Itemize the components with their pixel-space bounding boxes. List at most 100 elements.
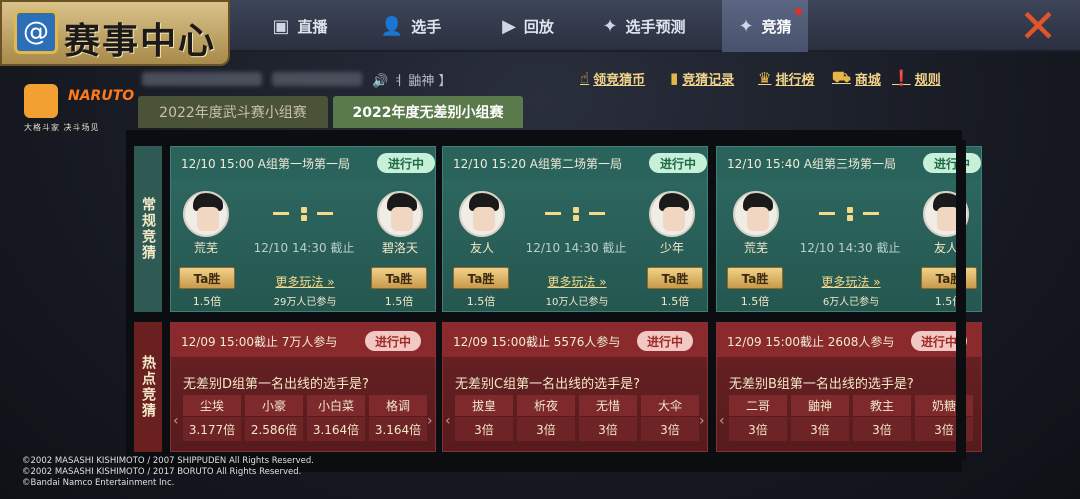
option-button[interactable]: 教主 3倍	[853, 395, 911, 441]
hot-time: 12/09 15:00截止 7万人参与	[181, 335, 338, 349]
avatar[interactable]	[183, 191, 229, 237]
tab-live[interactable]: ▣ 直播	[250, 0, 350, 52]
option-button[interactable]: 二哥 3倍	[729, 395, 787, 441]
hot-time: 12/09 15:00截止 2608人参与	[727, 335, 895, 349]
chevron-right-icon[interactable]: ›	[699, 413, 705, 429]
option-odds: 3倍	[455, 417, 513, 441]
option-list: 二哥 3倍 鼬神 3倍 教主 3倍 奶糖 3倍	[729, 395, 973, 441]
option-button[interactable]: 尘埃 3.177倍	[183, 395, 241, 441]
hot-guess-card: 12/09 15:00截止 7万人参与 进行中 无差别D组第一名出线的选手是? …	[170, 322, 436, 452]
more-options-link[interactable]: 更多玩法 »	[803, 273, 899, 290]
chevron-right-icon[interactable]: ›	[427, 413, 433, 429]
participant-count: 29万人已参与	[273, 297, 337, 308]
right-player-name: 碧洛天	[381, 241, 418, 255]
record-icon: ▮	[670, 69, 679, 87]
bet-left-button[interactable]: Ta胜	[727, 267, 783, 289]
option-odds: 3倍	[579, 417, 637, 441]
option-button[interactable]: 拔皇 3倍	[455, 395, 513, 441]
guess-icon: ✦	[738, 15, 754, 37]
right-player-name: 友人	[933, 241, 958, 255]
link-shop[interactable]: ⛟ 商城	[832, 68, 881, 88]
game-badge: NARUTO 大格斗家 决斗场见	[24, 84, 136, 134]
avatar[interactable]	[649, 191, 695, 237]
bet-left-button[interactable]: Ta胜	[453, 267, 509, 289]
more-options-link[interactable]: 更多玩法 »	[257, 273, 353, 290]
match-time: 12/10 15:40 A组第三场第一局	[727, 157, 897, 171]
option-name: 尘埃	[183, 395, 241, 417]
hot-question: 无差别D组第一名出线的选手是?	[183, 377, 369, 392]
link-leaderboard[interactable]: ♛ 排行榜	[758, 68, 814, 88]
right-odds: 1.5倍	[384, 295, 414, 308]
left-odds: 1.5倍	[740, 295, 770, 308]
option-button[interactable]: 无惜 3倍	[579, 395, 637, 441]
tab-guess[interactable]: ✦ 竞猜	[722, 0, 808, 52]
bet-right-button[interactable]: Ta胜	[371, 267, 427, 289]
left-player-name: 荒芜	[193, 241, 218, 255]
swirl-icon: @	[14, 10, 58, 54]
bet-deadline: 12/10 14:30 截止	[799, 241, 901, 255]
sound-info: 🔊 ㅕ 鼬神 】	[372, 74, 452, 89]
avatar[interactable]	[733, 191, 779, 237]
bet-right-button[interactable]: Ta胜	[921, 267, 977, 289]
option-name: 大伞	[641, 395, 699, 417]
option-name: 格调	[369, 395, 427, 417]
match-card: 12/10 15:00 A组第一场第一局 进行中 荒芜 碧洛天 12/10 14…	[170, 146, 436, 312]
option-button[interactable]: 大伞 3倍	[641, 395, 699, 441]
tab-replay[interactable]: ▶ 回放	[478, 0, 578, 52]
option-odds: 3倍	[729, 417, 787, 441]
status-badge: 进行中	[649, 153, 707, 173]
coin-icon: ☝	[580, 69, 590, 87]
copyright-line: ©2002 MASASHI KISHIMOTO / 2017 BORUTO Al…	[22, 467, 302, 477]
link-guess-record[interactable]: ▮ 竞猜记录	[670, 68, 734, 88]
regular-guess-label: 常规竞猜	[134, 146, 162, 312]
chevron-left-icon[interactable]: ‹	[173, 413, 179, 429]
option-odds: 2.586倍	[245, 417, 303, 441]
option-odds: 3.164倍	[307, 417, 365, 441]
game-slogan: 大格斗家 决斗场见	[24, 123, 100, 132]
link-claim-coins[interactable]: ☝ 领竞猜币	[580, 68, 645, 88]
hot-time: 12/09 15:00截止 5576人参与	[453, 335, 621, 349]
status-badge: 进行中	[923, 153, 981, 173]
hot-guess-label: 热点竞猜	[134, 322, 162, 452]
bet-deadline: 12/10 14:30 截止	[525, 241, 627, 255]
chevron-left-icon[interactable]: ‹	[445, 413, 451, 429]
predict-icon: ✦	[602, 15, 618, 37]
score-placeholder	[273, 205, 335, 221]
chevron-left-icon[interactable]: ‹	[719, 413, 725, 429]
copyright-line: ©Bandai Namco Entertainment Inc.	[22, 478, 175, 488]
option-button[interactable]: 小豪 2.586倍	[245, 395, 303, 441]
option-button[interactable]: 析夜 3倍	[517, 395, 575, 441]
avatar[interactable]	[377, 191, 423, 237]
tab-players[interactable]: 👤 选手	[366, 0, 456, 52]
side-label-text: 热点竞猜	[140, 355, 156, 419]
match-time: 12/10 15:20 A组第二场第一局	[453, 157, 623, 171]
option-name: 鼬神	[791, 395, 849, 417]
link-rules[interactable]: ❗ 规则	[892, 68, 941, 88]
option-button[interactable]: 鼬神 3倍	[791, 395, 849, 441]
tab-player-predict[interactable]: ✦ 选手预测	[584, 0, 704, 52]
blurred-coins	[272, 72, 362, 86]
right-odds: 1.5倍	[934, 295, 964, 308]
option-odds: 3倍	[791, 417, 849, 441]
bet-deadline: 12/10 14:30 截止	[253, 241, 355, 255]
side-label-text: 常规竞猜	[140, 197, 156, 261]
close-icon[interactable]: ✕	[1014, 3, 1062, 49]
naruto-face-icon	[24, 84, 58, 118]
left-odds: 1.5倍	[192, 295, 222, 308]
avatar[interactable]	[459, 191, 505, 237]
info-icon: ❗	[892, 69, 911, 87]
tab-season-wudou[interactable]: 2022年度武斗赛小组赛	[138, 96, 328, 128]
option-button[interactable]: 小白菜 3.164倍	[307, 395, 365, 441]
more-options-link[interactable]: 更多玩法 »	[529, 273, 625, 290]
copyright-line: ©2002 MASASHI KISHIMOTO / 2007 SHIPPUDEN…	[22, 456, 314, 466]
hot-question: 无差别C组第一名出线的选手是?	[455, 377, 640, 392]
bet-right-button[interactable]: Ta胜	[647, 267, 703, 289]
bet-left-button[interactable]: Ta胜	[179, 267, 235, 289]
right-odds: 1.5倍	[660, 295, 690, 308]
notification-dot	[795, 8, 802, 15]
panel-edge-mask	[956, 140, 966, 460]
tab-season-wuchabie[interactable]: 2022年度无差别小组赛	[333, 96, 523, 128]
option-button[interactable]: 格调 3.164倍	[369, 395, 427, 441]
tv-icon: ▣	[272, 15, 290, 37]
left-player-name: 荒芜	[743, 241, 768, 255]
